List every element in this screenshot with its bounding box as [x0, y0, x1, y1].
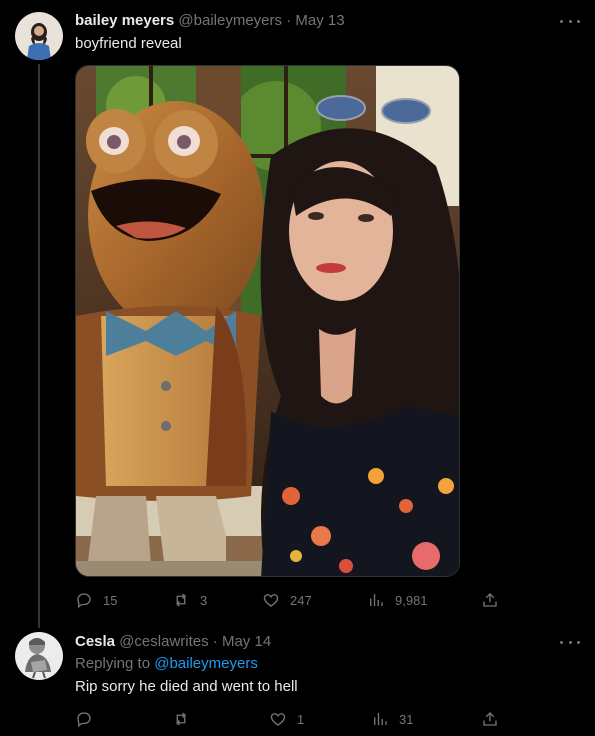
views-button[interactable]: 9,981: [367, 590, 428, 610]
avatar[interactable]: [15, 12, 63, 60]
share-button[interactable]: [481, 709, 499, 729]
tweet-actions: 15 3 247 9,981: [75, 590, 505, 610]
tweet-actions: 1 31: [75, 709, 505, 729]
retweet-count: 3: [200, 592, 208, 608]
reply-icon: [77, 593, 91, 609]
tweet-header: Cesla @ceslawrites · May 14: [75, 633, 271, 650]
display-name[interactable]: bailey meyers: [75, 12, 174, 29]
share-icon: [483, 593, 497, 607]
tweet-bailey[interactable]: bailey meyers @baileymeyers · May 13 boy…: [0, 0, 595, 628]
tweet-photo[interactable]: [75, 65, 460, 577]
like-button[interactable]: 1: [269, 709, 304, 729]
share-icon: [483, 712, 497, 726]
views-button[interactable]: 31: [371, 709, 413, 729]
views-count: 31: [399, 711, 414, 727]
replying-prefix: Replying to: [75, 655, 151, 672]
separator: ·: [212, 633, 218, 650]
views-icon: [370, 594, 383, 606]
tweet-text: Rip sorry he died and went to hell: [75, 678, 298, 695]
handle[interactable]: @ceslawrites: [119, 633, 208, 650]
separator: ·: [286, 12, 292, 29]
more-icon[interactable]: [560, 11, 580, 31]
replying-to: Replying to @baileymeyers: [75, 655, 258, 672]
like-count: 1: [297, 711, 305, 727]
heart-icon: [263, 594, 279, 607]
more-icon[interactable]: [560, 632, 580, 652]
photo-frog-statue-selfie: [76, 66, 459, 576]
retweet-icon: [176, 712, 186, 726]
heart-icon: [270, 713, 286, 726]
like-count: 247: [290, 592, 312, 608]
tweet-header: bailey meyers @baileymeyers · May 13: [75, 12, 345, 29]
display-name[interactable]: Cesla: [75, 633, 115, 650]
timestamp[interactable]: May 13: [295, 12, 344, 29]
retweet-icon: [176, 593, 186, 607]
share-button[interactable]: [481, 590, 499, 610]
handle[interactable]: @baileymeyers: [178, 12, 282, 29]
retweet-button[interactable]: [172, 709, 200, 729]
avatar[interactable]: [15, 632, 63, 680]
reply-button[interactable]: 15: [75, 590, 117, 610]
replying-handle-link[interactable]: @baileymeyers: [154, 655, 258, 672]
thread-line: [38, 64, 40, 628]
timestamp[interactable]: May 14: [222, 633, 271, 650]
retweet-button[interactable]: 3: [172, 590, 207, 610]
like-button[interactable]: 247: [262, 590, 312, 610]
tweet-text: boyfriend reveal: [75, 35, 182, 52]
views-count: 9,981: [395, 592, 428, 608]
reply-count: 15: [103, 592, 118, 608]
tweet-cesla[interactable]: Cesla @ceslawrites · May 14 Replying to …: [0, 628, 595, 736]
reply-button[interactable]: [75, 709, 103, 729]
reply-icon: [77, 712, 91, 728]
views-icon: [374, 713, 387, 725]
